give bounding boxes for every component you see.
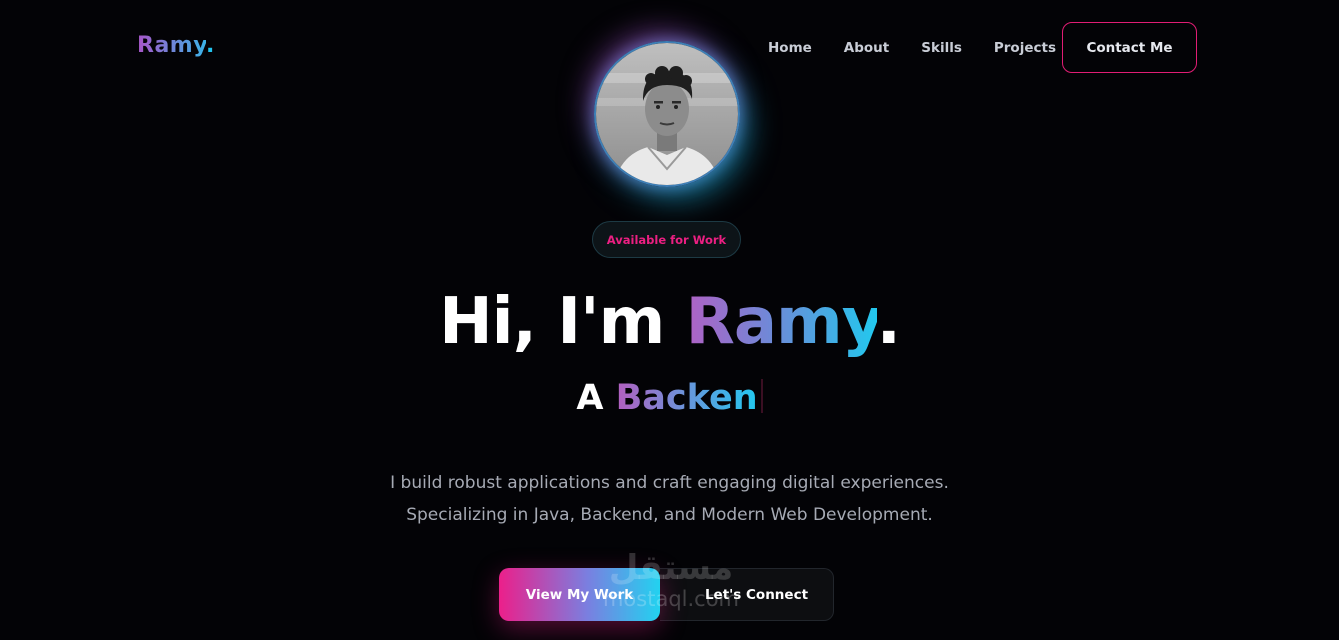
portfolio-page: Ramy. Home About Skills Projects Contact… — [0, 0, 1339, 640]
lets-connect-button[interactable]: Let's Connect — [660, 568, 834, 621]
view-my-work-button[interactable]: View My Work — [499, 568, 660, 621]
typing-role: Backen — [615, 378, 758, 418]
brand-name: Ramy — [137, 33, 207, 58]
nav-projects[interactable]: Projects — [994, 40, 1056, 56]
nav-skills[interactable]: Skills — [921, 40, 962, 56]
nav-home[interactable]: Home — [768, 40, 812, 56]
typing-cursor — [760, 379, 763, 413]
brand-dot: . — [206, 33, 215, 58]
hero-subtitle: A Backen — [0, 378, 1339, 418]
hero-description: I build robust applications and craft en… — [0, 467, 1339, 531]
hero-greeting: Hi, I'm — [439, 285, 686, 359]
hero-name: Ramy — [685, 285, 878, 359]
avatar — [594, 41, 740, 187]
availability-badge: Available for Work — [592, 221, 741, 258]
profile-photo — [596, 43, 738, 185]
nav-about[interactable]: About — [844, 40, 889, 56]
description-line-1: I build robust applications and craft en… — [390, 473, 949, 493]
brand-logo[interactable]: Ramy. — [137, 33, 215, 58]
contact-me-button[interactable]: Contact Me — [1062, 22, 1197, 73]
subtitle-prefix: A — [576, 378, 616, 418]
main-nav: Home About Skills Projects — [768, 40, 1088, 56]
hero-name-dot: . — [876, 285, 901, 359]
hero-title: Hi, I'm Ramy. — [0, 285, 1339, 359]
description-line-2: Specializing in Java, Backend, and Moder… — [406, 505, 933, 525]
lets-connect-label: Let's Connect — [704, 586, 809, 603]
